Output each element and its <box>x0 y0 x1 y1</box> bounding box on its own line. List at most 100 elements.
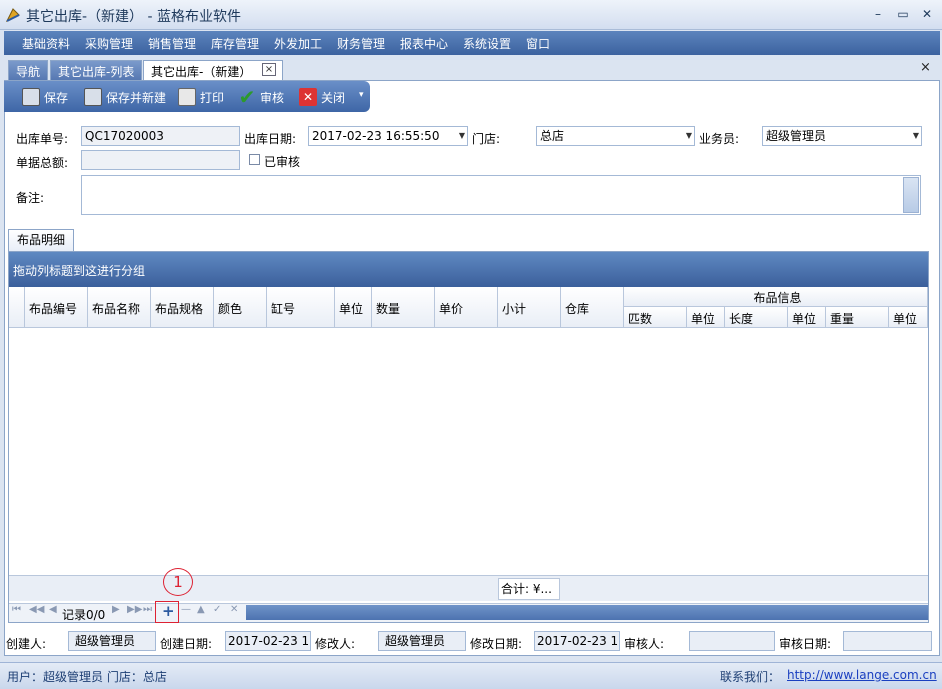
created-date-field: 2017-02-23 16 <box>225 631 311 651</box>
print-button[interactable]: 打印 <box>178 87 224 107</box>
modified-date-label: 修改日期: <box>470 637 523 651</box>
end-edit-icon[interactable]: ✓ <box>213 604 221 615</box>
save-new-icon <box>84 88 102 106</box>
cancel-edit-icon[interactable]: ✕ <box>230 604 238 615</box>
audited-checkbox[interactable] <box>249 154 260 165</box>
column-header[interactable]: 单位 <box>788 307 826 328</box>
next-record-icon[interactable]: ▶ <box>112 604 120 615</box>
annotation-highlight-box <box>155 601 179 623</box>
checkmark-icon: ✔ <box>238 85 256 109</box>
column-header[interactable]: 颜色 <box>214 287 267 328</box>
horizontal-scrollbar[interactable] <box>246 605 928 620</box>
modifier-label: 修改人: <box>315 637 356 651</box>
tab-close-icon[interactable]: × <box>262 63 276 76</box>
annotation-marker: 1 <box>163 568 193 596</box>
menu-settings[interactable]: 系统设置 <box>463 35 511 52</box>
column-header[interactable]: 匹数 <box>624 307 687 328</box>
panel-close-icon[interactable]: × <box>920 60 931 75</box>
audit-date-field <box>843 631 932 651</box>
chevron-down-icon[interactable]: ▼ <box>459 127 465 145</box>
chevron-down-icon[interactable]: ▼ <box>686 127 692 145</box>
column-header[interactable]: 数量 <box>372 287 435 328</box>
tab-navigation[interactable]: 导航 <box>8 60 49 80</box>
created-date-label: 创建日期: <box>160 637 213 651</box>
remark-label: 备注: <box>16 191 45 205</box>
creator-field: 超级管理员 <box>68 631 156 651</box>
grid-footer <box>9 575 928 601</box>
toolbar-overflow-icon[interactable]: ▾ <box>359 90 364 100</box>
window-title: 其它出库-（新建） - 蓝格布业软件 <box>26 9 242 25</box>
maximize-button[interactable]: ▭ <box>893 5 913 23</box>
menu-outsourcing[interactable]: 外发加工 <box>274 35 322 52</box>
close-icon: ✕ <box>299 88 317 106</box>
menu-finance[interactable]: 财务管理 <box>337 35 385 52</box>
row-indicator-header <box>9 287 25 328</box>
auditor-field <box>689 631 775 651</box>
status-bar: 用户：超级管理员 门店：总店 联系我们： http://www.lange.co… <box>0 662 942 689</box>
tab-fabric-details[interactable]: 布品明细 <box>8 229 74 251</box>
prev-record-icon[interactable]: ◀ <box>49 604 57 615</box>
audit-button[interactable]: ✔ 审核 <box>238 87 284 107</box>
menu-sales[interactable]: 销售管理 <box>148 35 196 52</box>
group-panel[interactable]: 拖动列标题到这进行分组 <box>9 252 928 287</box>
menu-window[interactable]: 窗口 <box>526 35 550 52</box>
menu-basic-data[interactable]: 基础资料 <box>22 35 70 52</box>
next-page-icon[interactable]: ▶▶ <box>127 604 142 615</box>
app-logo-icon <box>5 8 20 23</box>
menu-purchase[interactable]: 采购管理 <box>85 35 133 52</box>
column-header[interactable]: 布品规格 <box>151 287 214 328</box>
audit-date-label: 审核日期: <box>779 637 832 651</box>
close-button[interactable]: ✕ 关闭 <box>299 87 345 107</box>
column-header[interactable]: 小计 <box>498 287 561 328</box>
store-label: 门店: <box>472 132 501 146</box>
menu-inventory[interactable]: 库存管理 <box>211 35 259 52</box>
remark-textarea[interactable] <box>81 175 921 215</box>
first-record-icon[interactable]: ⏮ <box>12 604 21 615</box>
remark-scrollbar[interactable] <box>903 177 919 213</box>
save-button[interactable]: 保存 <box>22 87 68 107</box>
modifier-field: 超级管理员 <box>378 631 466 651</box>
last-record-icon[interactable]: ⏭ <box>143 604 152 615</box>
website-link[interactable]: http://www.lange.com.cn <box>787 668 937 682</box>
column-header[interactable]: 单位 <box>335 287 372 328</box>
column-header[interactable]: 长度 <box>725 307 788 328</box>
prev-page-icon[interactable]: ◀◀ <box>29 604 44 615</box>
total-field[interactable] <box>81 150 240 170</box>
audit-info-bar: 创建人: 超级管理员 创建日期: 2017-02-23 16 修改人: 超级管理… <box>4 630 940 654</box>
store-select[interactable]: 总店 ▼ <box>536 126 695 146</box>
column-header[interactable]: 单位 <box>889 307 928 328</box>
minimize-button[interactable]: – <box>868 5 888 23</box>
creator-label: 创建人: <box>6 637 47 651</box>
salesman-select[interactable]: 超级管理员 ▼ <box>762 126 922 146</box>
menu-reports[interactable]: 报表中心 <box>400 35 448 52</box>
order-no-label: 出库单号: <box>16 132 69 146</box>
total-label: 单据总额: <box>16 156 69 170</box>
audited-label: 已审核 <box>264 155 301 169</box>
chevron-down-icon[interactable]: ▼ <box>913 127 919 145</box>
column-header[interactable]: 仓库 <box>561 287 624 328</box>
contact-label: 联系我们： <box>720 670 781 684</box>
band-header: 布品信息 <box>624 287 928 307</box>
menu-bar: 基础资料 采购管理 销售管理 库存管理 外发加工 财务管理 报表中心 系统设置 … <box>4 31 940 55</box>
save-icon <box>22 88 40 106</box>
edit-record-icon[interactable]: ▲ <box>197 604 205 615</box>
order-no-field[interactable]: QC17020003 <box>81 126 240 146</box>
column-header[interactable]: 重量 <box>826 307 889 328</box>
column-header[interactable]: 布品编号 <box>25 287 88 328</box>
record-counter: 记录0/0 <box>62 608 106 622</box>
sum-cell: 合计: ¥... <box>498 578 560 600</box>
column-header[interactable]: 布品名称 <box>88 287 151 328</box>
column-header[interactable]: 单位 <box>687 307 725 328</box>
print-icon <box>178 88 196 106</box>
date-label: 出库日期: <box>244 132 297 146</box>
close-window-button[interactable]: ✕ <box>917 5 937 23</box>
tab-other-outbound-list[interactable]: 其它出库-列表 <box>50 60 143 80</box>
status-user-store: 用户：超级管理员 门店：总店 <box>7 670 167 684</box>
auditor-label: 审核人: <box>624 637 665 651</box>
save-and-new-button[interactable]: 保存并新建 <box>84 87 166 107</box>
salesman-label: 业务员: <box>699 132 740 146</box>
remove-record-icon[interactable]: — <box>181 604 191 615</box>
date-field[interactable]: 2017-02-23 16:55:50 ▼ <box>308 126 468 146</box>
column-header[interactable]: 单价 <box>435 287 498 328</box>
column-header[interactable]: 缸号 <box>267 287 335 328</box>
